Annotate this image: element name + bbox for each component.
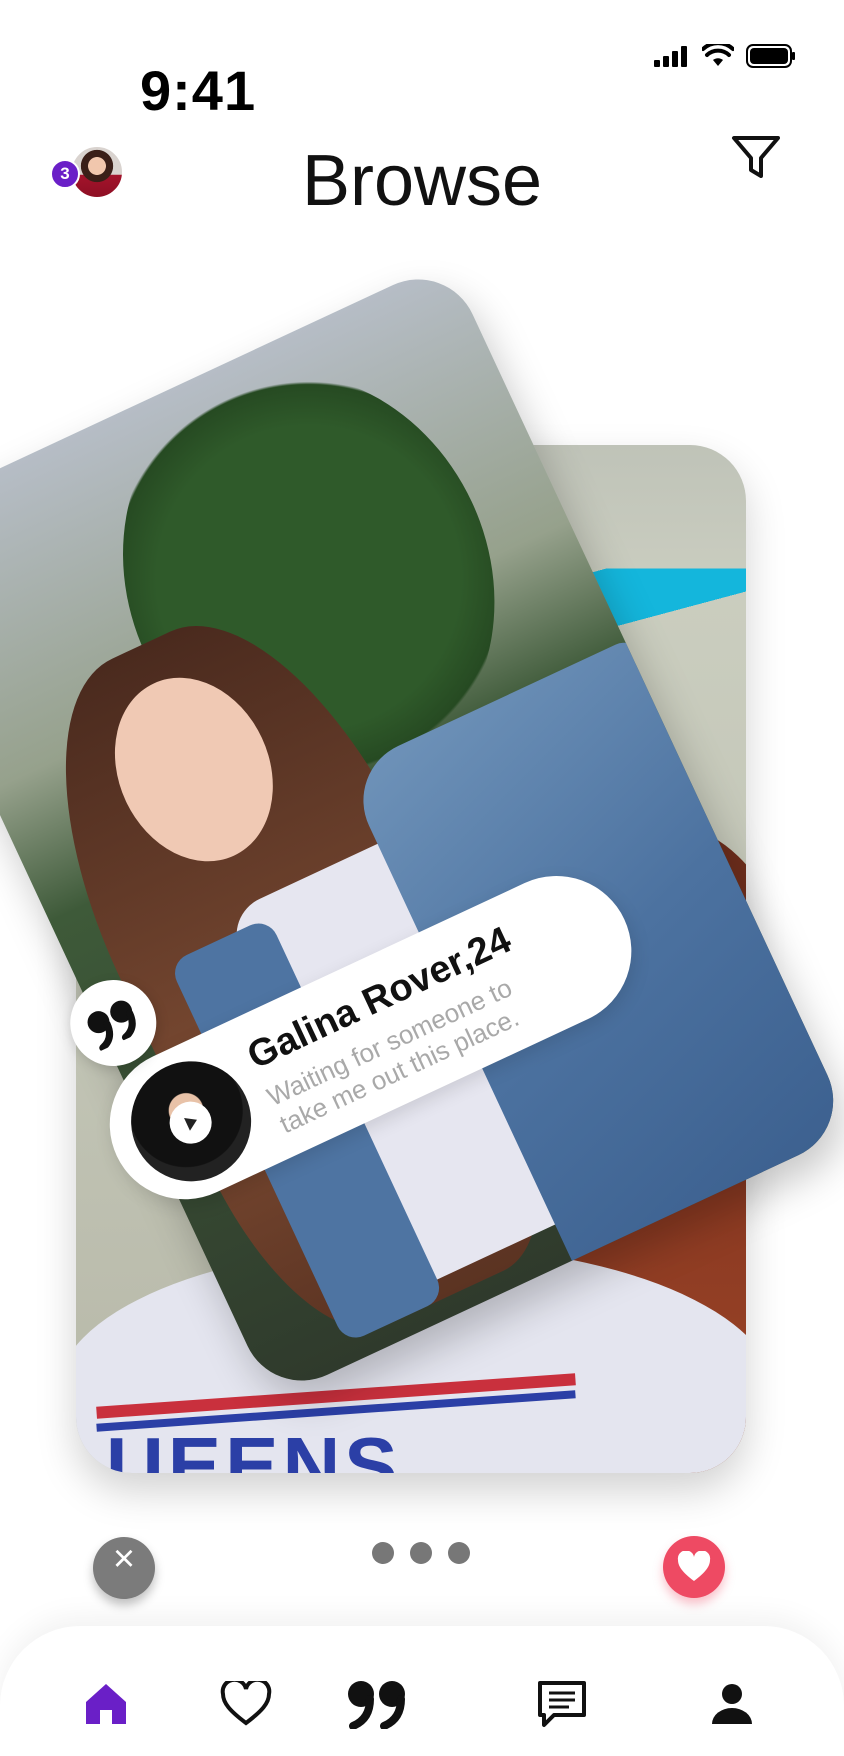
bottom-nav — [0, 1626, 844, 1756]
pager-dots[interactable] — [372, 1542, 470, 1564]
quote-icon — [348, 1681, 405, 1729]
play-icon — [184, 1118, 197, 1131]
pager-dot — [448, 1542, 470, 1564]
status-icons — [654, 44, 796, 68]
filter-button[interactable] — [728, 130, 784, 186]
reject-button[interactable]: × — [93, 1537, 155, 1599]
shirt-print-text: UEENS — [106, 1421, 402, 1473]
wifi-icon — [702, 44, 734, 66]
profile-icon — [712, 1684, 752, 1724]
like-button[interactable] — [663, 1536, 725, 1598]
home-icon — [86, 1684, 126, 1724]
pager-dot — [372, 1542, 394, 1564]
nav-home[interactable] — [74, 1672, 138, 1736]
nav-messages[interactable] — [530, 1672, 594, 1736]
nav-likes[interactable] — [214, 1672, 278, 1736]
status-time: 9:41 — [140, 59, 257, 122]
nav-profile[interactable] — [700, 1672, 764, 1736]
filter-icon — [732, 136, 780, 178]
signal-icon — [654, 46, 687, 67]
heart-icon — [677, 1551, 711, 1581]
nav-quotes[interactable] — [346, 1672, 410, 1736]
page-title: Browse — [301, 141, 543, 221]
battery-icon — [746, 44, 795, 68]
quote-icon — [87, 1000, 136, 1052]
heart-outline-icon — [220, 1681, 272, 1726]
pager-dot — [410, 1542, 432, 1564]
chat-icon — [538, 1681, 586, 1727]
